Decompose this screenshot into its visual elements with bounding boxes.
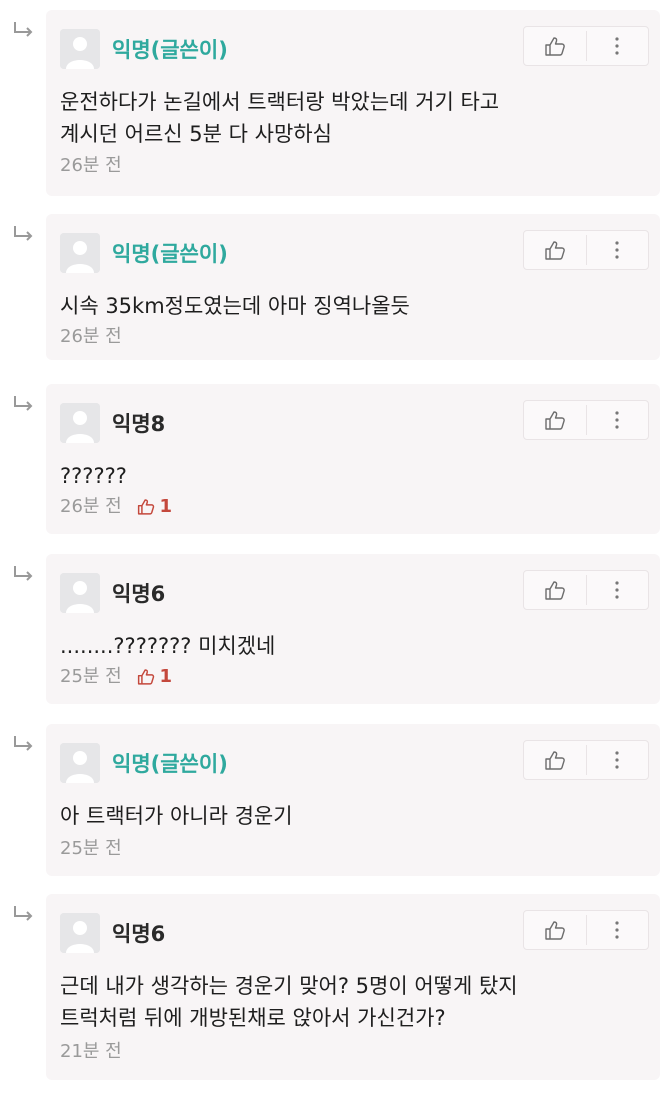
like-button[interactable] — [524, 27, 586, 65]
like-button[interactable] — [524, 231, 586, 269]
comment-line: 운전하다가 논길에서 트랙터랑 박았는데 거기 타고 — [60, 90, 500, 114]
comment-thread: 익명(글쓴이) 운전하다가 논길에서 트랙터랑 박았는데 거기 타고 계시던 어… — [0, 0, 664, 1098]
default-avatar-icon — [60, 29, 100, 69]
reply-arrow-icon — [14, 906, 33, 921]
reply-comment: 익명6 ........??????? 미치겠네 25분 전 1 — [0, 554, 664, 704]
thumbs-up-icon — [545, 581, 565, 600]
default-avatar-icon — [60, 913, 100, 953]
reply-arrow-icon — [14, 566, 33, 581]
like-count: 1 — [137, 496, 172, 517]
timestamp: 21분 전 — [60, 1041, 122, 1062]
comment-body: 아 트랙터가 아니라 경운기 — [60, 800, 293, 832]
comment-card: 익명8 ?????? 26분 전 1 — [46, 384, 660, 534]
comment-meta: 26분 전 — [60, 151, 122, 177]
comment-meta: 25분 전 — [60, 834, 122, 860]
comment-actions — [523, 740, 649, 780]
comment-body: 운전하다가 논길에서 트랙터랑 박았는데 거기 타고 계시던 어르신 5분 다 … — [60, 86, 499, 150]
nickname[interactable]: 익명6 — [112, 578, 165, 608]
more-options-button[interactable] — [587, 401, 648, 439]
reply-arrow-icon — [14, 22, 33, 37]
more-options-button[interactable] — [587, 911, 648, 949]
vertical-dots-icon — [615, 921, 619, 939]
nickname[interactable]: 익명6 — [112, 918, 165, 948]
like-count: 1 — [137, 666, 172, 687]
vertical-dots-icon — [615, 751, 619, 769]
reply-arrow-icon — [14, 226, 33, 241]
more-options-button[interactable] — [587, 571, 648, 609]
comment-card: 익명(글쓴이) 운전하다가 논길에서 트랙터랑 박았는데 거기 타고 계시던 어… — [46, 10, 660, 196]
nickname[interactable]: 익명8 — [112, 408, 165, 438]
reply-comment: 익명(글쓴이) 운전하다가 논길에서 트랙터랑 박았는데 거기 타고 계시던 어… — [0, 10, 664, 196]
reply-comment: 익명8 ?????? 26분 전 1 — [0, 384, 664, 534]
timestamp: 26분 전 — [60, 155, 122, 176]
comment-actions — [523, 400, 649, 440]
like-button[interactable] — [524, 911, 586, 949]
comment-actions — [523, 26, 649, 66]
timestamp: 25분 전 — [60, 666, 122, 687]
comment-meta: 26분 전 — [60, 322, 122, 348]
comment-card: 익명(글쓴이) 아 트랙터가 아니라 경운기 25분 전 — [46, 724, 660, 876]
like-button[interactable] — [524, 741, 586, 779]
like-count-value: 1 — [159, 666, 173, 687]
comment-body: ?????? — [60, 460, 127, 492]
more-options-button[interactable] — [587, 231, 648, 269]
reply-arrow-icon — [14, 396, 33, 411]
avatar[interactable] — [60, 913, 100, 953]
vertical-dots-icon — [615, 241, 619, 259]
comment-line: 시속 35km정도였는데 아마 징역나올듯 — [60, 294, 410, 318]
nickname[interactable]: 익명(글쓴이) — [112, 748, 228, 778]
reply-comment: 익명6 근데 내가 생각하는 경운기 맞어? 5명이 어떻게 탔지 트럭처럼 뒤… — [0, 894, 664, 1080]
vertical-dots-icon — [615, 411, 619, 429]
comment-meta: 21분 전 — [60, 1037, 122, 1063]
nickname[interactable]: 익명(글쓴이) — [112, 34, 228, 64]
timestamp: 25분 전 — [60, 838, 122, 859]
comment-actions — [523, 570, 649, 610]
default-avatar-icon — [60, 573, 100, 613]
like-count-value: 1 — [159, 496, 173, 517]
comment-body: 근데 내가 생각하는 경운기 맞어? 5명이 어떻게 탔지 트럭처럼 뒤에 개방… — [60, 970, 518, 1034]
avatar[interactable] — [60, 29, 100, 69]
comment-line: ........??????? 미치겠네 — [60, 634, 276, 658]
comment-card: 익명6 근데 내가 생각하는 경운기 맞어? 5명이 어떻게 탔지 트럭처럼 뒤… — [46, 894, 660, 1080]
vertical-dots-icon — [615, 581, 619, 599]
thumbs-up-icon — [138, 669, 155, 685]
avatar[interactable] — [60, 233, 100, 273]
comment-body: 시속 35km정도였는데 아마 징역나올듯 — [60, 290, 410, 322]
more-options-button[interactable] — [587, 741, 648, 779]
thumbs-up-icon — [138, 499, 155, 515]
comment-body: ........??????? 미치겠네 — [60, 630, 275, 662]
default-avatar-icon — [60, 403, 100, 443]
comment-line: 트럭처럼 뒤에 개방된채로 앉아서 가신건가? — [60, 1006, 446, 1030]
like-button[interactable] — [524, 571, 586, 609]
more-options-button[interactable] — [587, 27, 648, 65]
like-button[interactable] — [524, 401, 586, 439]
comment-meta: 25분 전 1 — [60, 662, 172, 688]
comment-card: 익명(글쓴이) 시속 35km정도였는데 아마 징역나올듯 26분 전 — [46, 214, 660, 360]
reply-arrow-icon — [14, 736, 33, 751]
thumbs-up-icon — [545, 37, 565, 56]
comment-line: ?????? — [60, 464, 127, 488]
reply-comment: 익명(글쓴이) 아 트랙터가 아니라 경운기 25분 전 — [0, 724, 664, 876]
timestamp: 26분 전 — [60, 326, 122, 347]
vertical-dots-icon — [615, 37, 619, 55]
default-avatar-icon — [60, 743, 100, 783]
avatar[interactable] — [60, 743, 100, 783]
timestamp: 26분 전 — [60, 496, 122, 517]
thumbs-up-icon — [545, 241, 565, 260]
comment-actions — [523, 910, 649, 950]
thumbs-up-icon — [545, 411, 565, 430]
thumbs-up-icon — [545, 921, 565, 940]
thumbs-up-icon — [545, 751, 565, 770]
avatar[interactable] — [60, 403, 100, 443]
reply-comment: 익명(글쓴이) 시속 35km정도였는데 아마 징역나올듯 26분 전 — [0, 214, 664, 360]
comment-line: 계시던 어르신 5분 다 사망하심 — [60, 122, 332, 146]
comment-line: 아 트랙터가 아니라 경운기 — [60, 804, 293, 828]
default-avatar-icon — [60, 233, 100, 273]
comment-actions — [523, 230, 649, 270]
nickname[interactable]: 익명(글쓴이) — [112, 238, 228, 268]
comment-meta: 26분 전 1 — [60, 492, 172, 518]
comment-card: 익명6 ........??????? 미치겠네 25분 전 1 — [46, 554, 660, 704]
comment-line: 근데 내가 생각하는 경운기 맞어? 5명이 어떻게 탔지 — [60, 974, 518, 998]
avatar[interactable] — [60, 573, 100, 613]
